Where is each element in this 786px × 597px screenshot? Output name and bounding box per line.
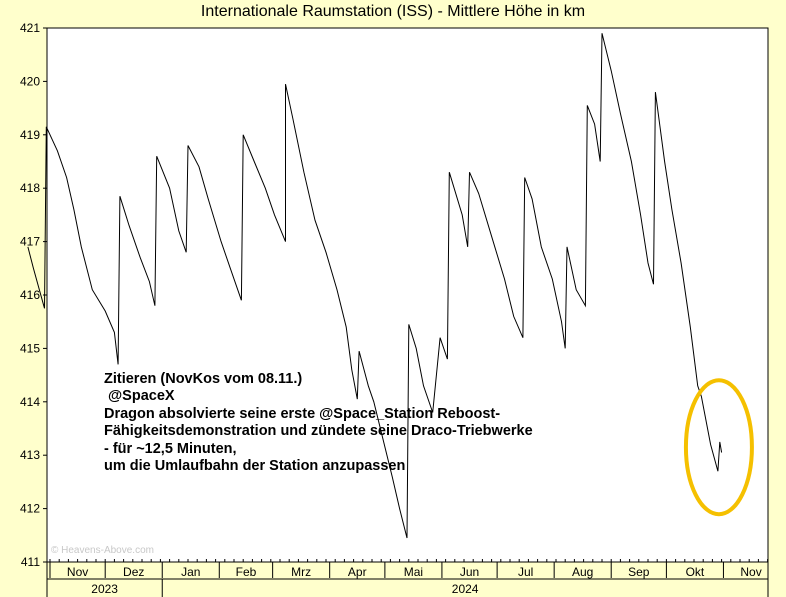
y-tick-label: 418 [20,181,40,195]
y-tick-label: 420 [20,74,40,88]
x-month-label: Mrz [291,565,311,579]
quote-annotation: Zitieren (NovKos vom 08.11.) @SpaceX Drag… [104,371,533,475]
x-month-label: Dez [123,565,144,579]
annotation-line: Fähigkeitsdemonstration und zündete sein… [104,423,533,440]
x-month-label: Jun [460,565,479,579]
x-month-label: Apr [348,565,367,579]
x-axis: Nov Dez Jan Feb Mrz Apr Mai Jun Jul Aug Sep Okt Nov2… [46,559,769,597]
x-month-label: Okt [686,565,705,579]
y-tick-label: 411 [21,555,40,569]
watermark-text: © Heavens-Above.com [51,545,154,556]
iss-altitude-chart: 411 412 413 414 415 416 417 418 419 420 421 Nov Dez… [20,21,769,597]
y-tick-label: 415 [20,341,40,355]
x-month-label: Aug [572,565,593,579]
x-month-label: Nov [67,565,88,579]
y-tick-label: 417 [20,235,40,249]
x-month-label: Mai [404,565,423,579]
x-year-label: 2024 [452,582,479,596]
annotation-line: - für ~12,5 Minuten, [104,440,237,457]
y-tick-label: 419 [20,128,40,142]
x-month-label: Feb [236,565,257,579]
annotation-line: @SpaceX [104,388,175,405]
y-axis: 411 412 413 414 415 416 417 418 419 420 421 [20,21,47,569]
x-month-label: Nov [740,565,761,579]
y-tick-label: 421 [20,21,40,35]
annotation-line: um die Umlaufbahn der Station anzupassen [104,458,406,475]
y-tick-label: 412 [20,502,40,516]
y-tick-label: 414 [20,395,40,409]
y-tick-label: 413 [20,448,40,462]
x-month-label: Jan [181,565,200,579]
y-tick-label: 416 [20,288,40,302]
x-month-label: Jul [518,565,533,579]
x-year-label: 2023 [91,582,118,596]
annotation-line: Dragon absolvierte seine erste @Space_St… [104,405,501,422]
x-month-label: Sep [628,565,650,579]
annotation-line: Zitieren (NovKos vom 08.11.) [104,371,303,387]
